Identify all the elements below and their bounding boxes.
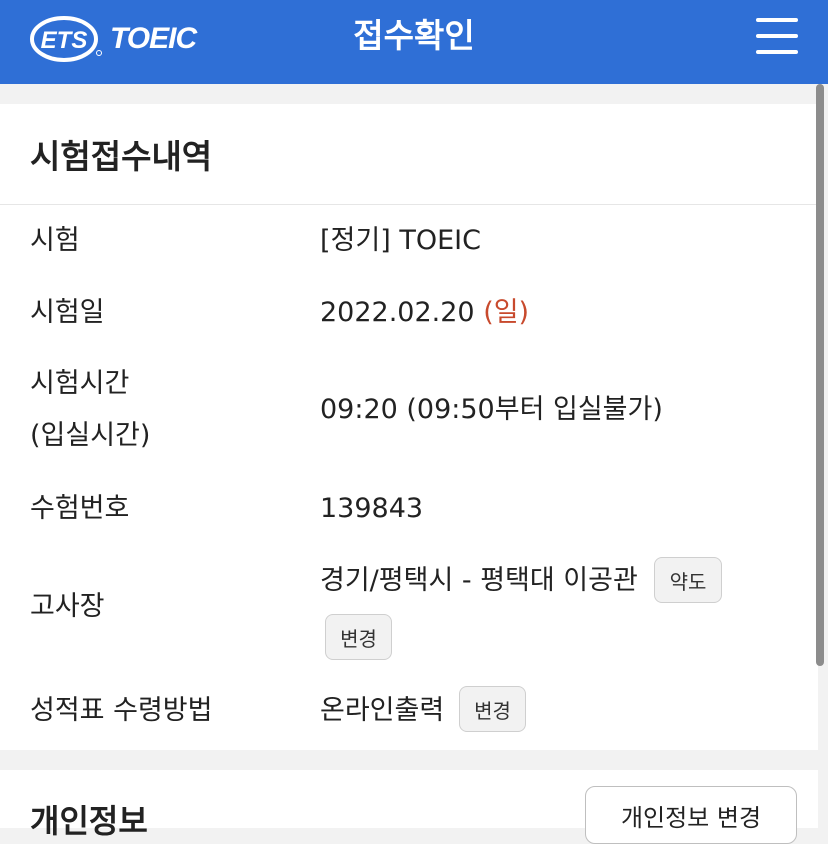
test-center-value: 경기/평택시 - 평택대 이공관 — [320, 565, 638, 596]
exam-day-of-week: (일) — [483, 297, 530, 328]
entry-time-label: (입실시간) — [30, 420, 151, 451]
edit-personal-info-button[interactable]: 개인정보 변경 — [585, 786, 797, 844]
map-button[interactable]: 약도 — [654, 557, 722, 603]
exam-number-label: 수험번호 — [30, 493, 130, 524]
app-header: ETS TOEIC 접수확인 — [0, 0, 828, 84]
personal-info-section-title: 개인정보 — [30, 802, 148, 840]
exam-label: 시험 — [30, 225, 80, 256]
exam-number-value: 139843 — [320, 493, 424, 524]
change-test-center-button[interactable]: 변경 — [325, 614, 392, 660]
scrollbar[interactable] — [816, 84, 824, 666]
page-title: 접수확인 — [353, 16, 475, 55]
score-report-method-value: 온라인출력 — [320, 695, 445, 726]
exam-time-label: 시험시간 — [30, 368, 130, 399]
exam-time-value: 09:20 (09:50부터 입실불가) — [320, 394, 663, 425]
section-divider — [0, 204, 818, 205]
registration-section-title: 시험접수내역 — [30, 137, 213, 176]
score-report-method-label: 성적표 수령방법 — [30, 695, 213, 726]
exam-date-value: 2022.02.20 — [320, 297, 475, 328]
hamburger-menu-icon[interactable] — [756, 18, 798, 54]
exam-value: [정기] TOEIC — [320, 225, 481, 256]
change-score-report-method-button[interactable]: 변경 — [459, 686, 526, 732]
exam-date-label: 시험일 — [30, 297, 105, 328]
test-center-label: 고사장 — [30, 591, 105, 622]
exam-date-value-row: 2022.02.20 (일) — [320, 287, 529, 339]
